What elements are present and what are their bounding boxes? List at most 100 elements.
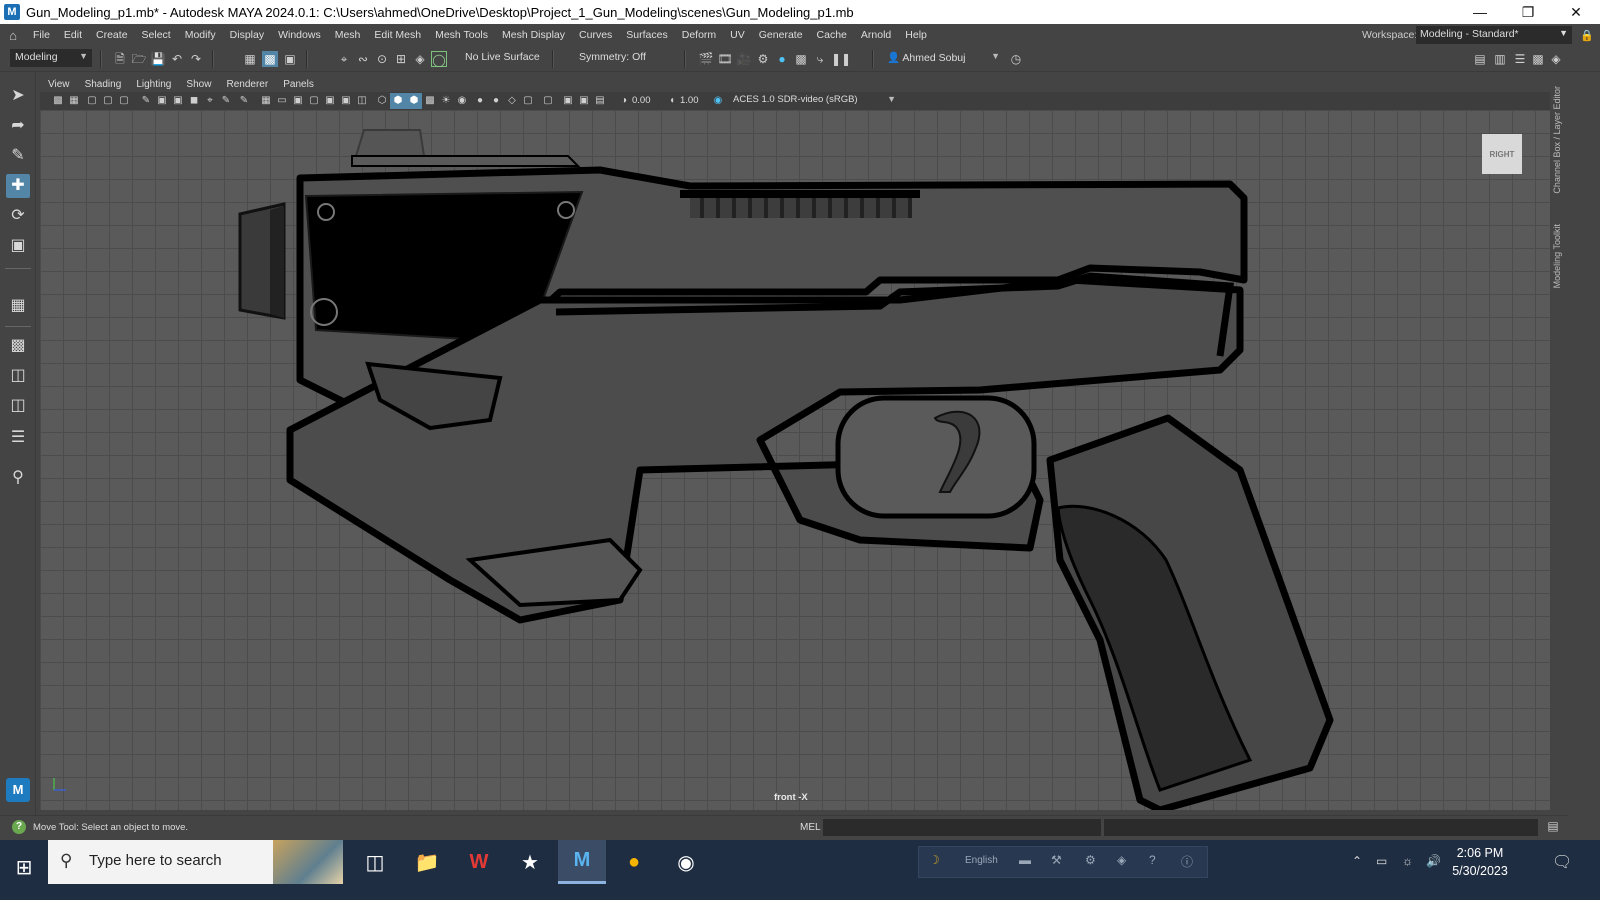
arnold-render-icon[interactable]: ▩ <box>793 51 809 67</box>
arnold-ipr-icon[interactable]: ⤷ <box>812 51 828 67</box>
resolution-gate-icon[interactable]: ▣ <box>290 93 306 109</box>
home-icon[interactable]: ⌂ <box>0 28 26 43</box>
workspace-dropdown[interactable]: Modeling - Standard* ▼ <box>1416 26 1572 44</box>
close-button[interactable]: ✕ <box>1552 0 1600 24</box>
attribute-editor-toggle-icon[interactable]: ▥ <box>1492 51 1508 67</box>
select-camera-icon[interactable]: ▩ <box>50 93 66 109</box>
menu-mesh-tools[interactable]: Mesh Tools <box>428 29 495 41</box>
language-label[interactable]: English <box>965 855 998 866</box>
safe-title-icon[interactable]: ◫ <box>354 93 370 109</box>
symmetry-dropdown[interactable]: Symmetry: Off <box>574 49 654 67</box>
render-view-icon[interactable]: 🎬 <box>698 51 714 67</box>
viewport-front[interactable] <box>40 110 1550 810</box>
view-cube[interactable]: RIGHT <box>1482 134 1522 174</box>
select-by-component-icon[interactable]: ▣ <box>282 51 298 67</box>
isolate-select-icon[interactable]: ◼ <box>186 93 202 109</box>
taskbar-search-box[interactable]: ⚲ Type here to search <box>48 840 343 884</box>
ime-icon[interactable]: ☽ <box>929 853 940 867</box>
safe-action-icon[interactable]: ▣ <box>338 93 354 109</box>
hypershade-icon[interactable]: ● <box>774 51 790 67</box>
wps-office-icon[interactable]: W <box>455 840 503 884</box>
panel-menu-view[interactable]: View <box>48 79 70 90</box>
tool-settings-toggle-icon[interactable]: ☰ <box>1512 51 1528 67</box>
settings-icon[interactable]: ⚙ <box>1085 853 1096 867</box>
open-scene-icon[interactable]: 🗁 <box>131 51 147 67</box>
textured-icon[interactable]: ▩ <box>422 93 438 109</box>
wireframe-on-shaded-icon[interactable]: ⬢ <box>406 93 422 109</box>
file-explorer-icon[interactable]: 📁 <box>403 840 451 884</box>
zbrush-icon[interactable]: ★ <box>506 840 554 884</box>
maya-home-icon[interactable]: M <box>6 778 30 802</box>
menu-generate[interactable]: Generate <box>752 29 810 41</box>
rotate-tool-icon[interactable]: ⟳ <box>6 204 30 228</box>
panel-menu-renderer[interactable]: Renderer <box>227 79 269 90</box>
move-tool-icon[interactable]: ✚ <box>6 174 30 198</box>
film-gate-icon[interactable]: ▭ <box>274 93 290 109</box>
panel-menu-panels[interactable]: Panels <box>283 79 314 90</box>
skin-icon[interactable]: ◈ <box>1117 853 1126 867</box>
grease-pencil-icon[interactable]: ✎ <box>138 93 154 109</box>
gamma-value[interactable]: 1.00 <box>680 95 699 106</box>
exposure-icon[interactable]: ◑ <box>616 93 632 109</box>
undo-icon[interactable]: ↶ <box>169 51 185 67</box>
menu-mesh-display[interactable]: Mesh Display <box>495 29 572 41</box>
mel-toggle[interactable]: MEL <box>800 822 821 833</box>
info-icon[interactable]: ⓘ <box>1181 853 1193 870</box>
tools-icon[interactable]: ⚒ <box>1051 853 1062 867</box>
menu-curves[interactable]: Curves <box>572 29 619 41</box>
pause-icon[interactable]: ❚❚ <box>831 51 851 67</box>
snap-to-grid-icon[interactable]: ⌖ <box>336 51 352 67</box>
command-line-input[interactable] <box>823 819 1101 836</box>
motion-blur-icon[interactable]: ● <box>488 93 504 109</box>
snap-to-view-plane-icon[interactable]: ⊞ <box>393 51 409 67</box>
notification-center-icon[interactable]: 🗨 <box>1552 852 1572 872</box>
render-current-frame-icon[interactable]: 🎞 <box>717 51 733 67</box>
channel-box-toggle-icon[interactable]: ▩ <box>1530 51 1546 67</box>
menu-deform[interactable]: Deform <box>675 29 723 41</box>
paint-weights-icon[interactable]: ✎ <box>236 93 252 109</box>
smooth-shade-icon[interactable]: ⬢ <box>390 93 406 109</box>
wifi-icon[interactable]: ☼ <box>1402 854 1413 868</box>
save-scene-icon[interactable]: 💾 <box>150 51 166 67</box>
menu-create[interactable]: Create <box>89 29 135 41</box>
four-view-layout-icon[interactable]: ▩ <box>6 334 30 358</box>
soft-select-icon[interactable]: ✎ <box>218 93 234 109</box>
chrome-icon[interactable]: ● <box>610 840 658 884</box>
bookmarks-icon[interactable]: ▢ <box>84 93 100 109</box>
menu-edit-mesh[interactable]: Edit Mesh <box>367 29 428 41</box>
depth-of-field-icon[interactable]: ▢ <box>520 93 536 109</box>
menu-windows[interactable]: Windows <box>271 29 328 41</box>
gate-mask-icon[interactable]: ▢ <box>306 93 322 109</box>
xray-joints-icon[interactable]: ▣ <box>560 93 576 109</box>
maya-taskbar-icon[interactable]: M <box>558 840 606 884</box>
restore-button[interactable]: ❐ <box>1504 0 1552 24</box>
new-scene-icon[interactable]: 🗎 <box>112 51 128 67</box>
gun-model[interactable] <box>40 110 1550 810</box>
menu-uv[interactable]: UV <box>723 29 752 41</box>
menu-cache[interactable]: Cache <box>810 29 854 41</box>
channel-box-tab[interactable]: Channel Box / Layer Editor <box>1552 86 1562 194</box>
redo-icon[interactable]: ↷ <box>188 51 204 67</box>
make-live-icon[interactable]: ◈ <box>412 51 428 67</box>
ambient-occlusion-icon[interactable]: ● <box>472 93 488 109</box>
obs-icon[interactable]: ◉ <box>662 840 710 884</box>
field-chart-icon[interactable]: ▣ <box>322 93 338 109</box>
2d-pan-zoom-icon[interactable]: ▢ <box>116 93 132 109</box>
ipr-render-icon[interactable]: 🎥 <box>736 51 752 67</box>
volume-icon[interactable]: 🔊 <box>1426 854 1441 868</box>
select-tool-icon[interactable]: ➤ <box>6 84 30 108</box>
xray-icon[interactable]: ⌖ <box>202 93 218 109</box>
view-transform-dropdown[interactable]: ACES 1.0 SDR-video (sRGB) ▼ <box>728 92 900 109</box>
side-by-side-layout-icon[interactable]: ◫ <box>6 394 30 418</box>
panel-menu-shading[interactable]: Shading <box>85 79 122 90</box>
menu-surfaces[interactable]: Surfaces <box>619 29 674 41</box>
gamma-icon[interactable]: ◖ <box>664 93 680 109</box>
panel-menu-lighting[interactable]: Lighting <box>136 79 171 90</box>
paint-select-tool-icon[interactable]: ✎ <box>6 144 30 168</box>
layers-toggle-icon[interactable]: ◈ <box>1548 51 1564 67</box>
image-plane-icon[interactable]: ▢ <box>100 93 116 109</box>
script-editor-icon[interactable]: ▤ <box>1545 819 1561 835</box>
punctuation-icon[interactable]: ▬ <box>1019 853 1031 867</box>
lock-icon[interactable]: 🔒 <box>1580 29 1594 42</box>
magnifier-icon[interactable]: ⚲ <box>6 466 30 490</box>
